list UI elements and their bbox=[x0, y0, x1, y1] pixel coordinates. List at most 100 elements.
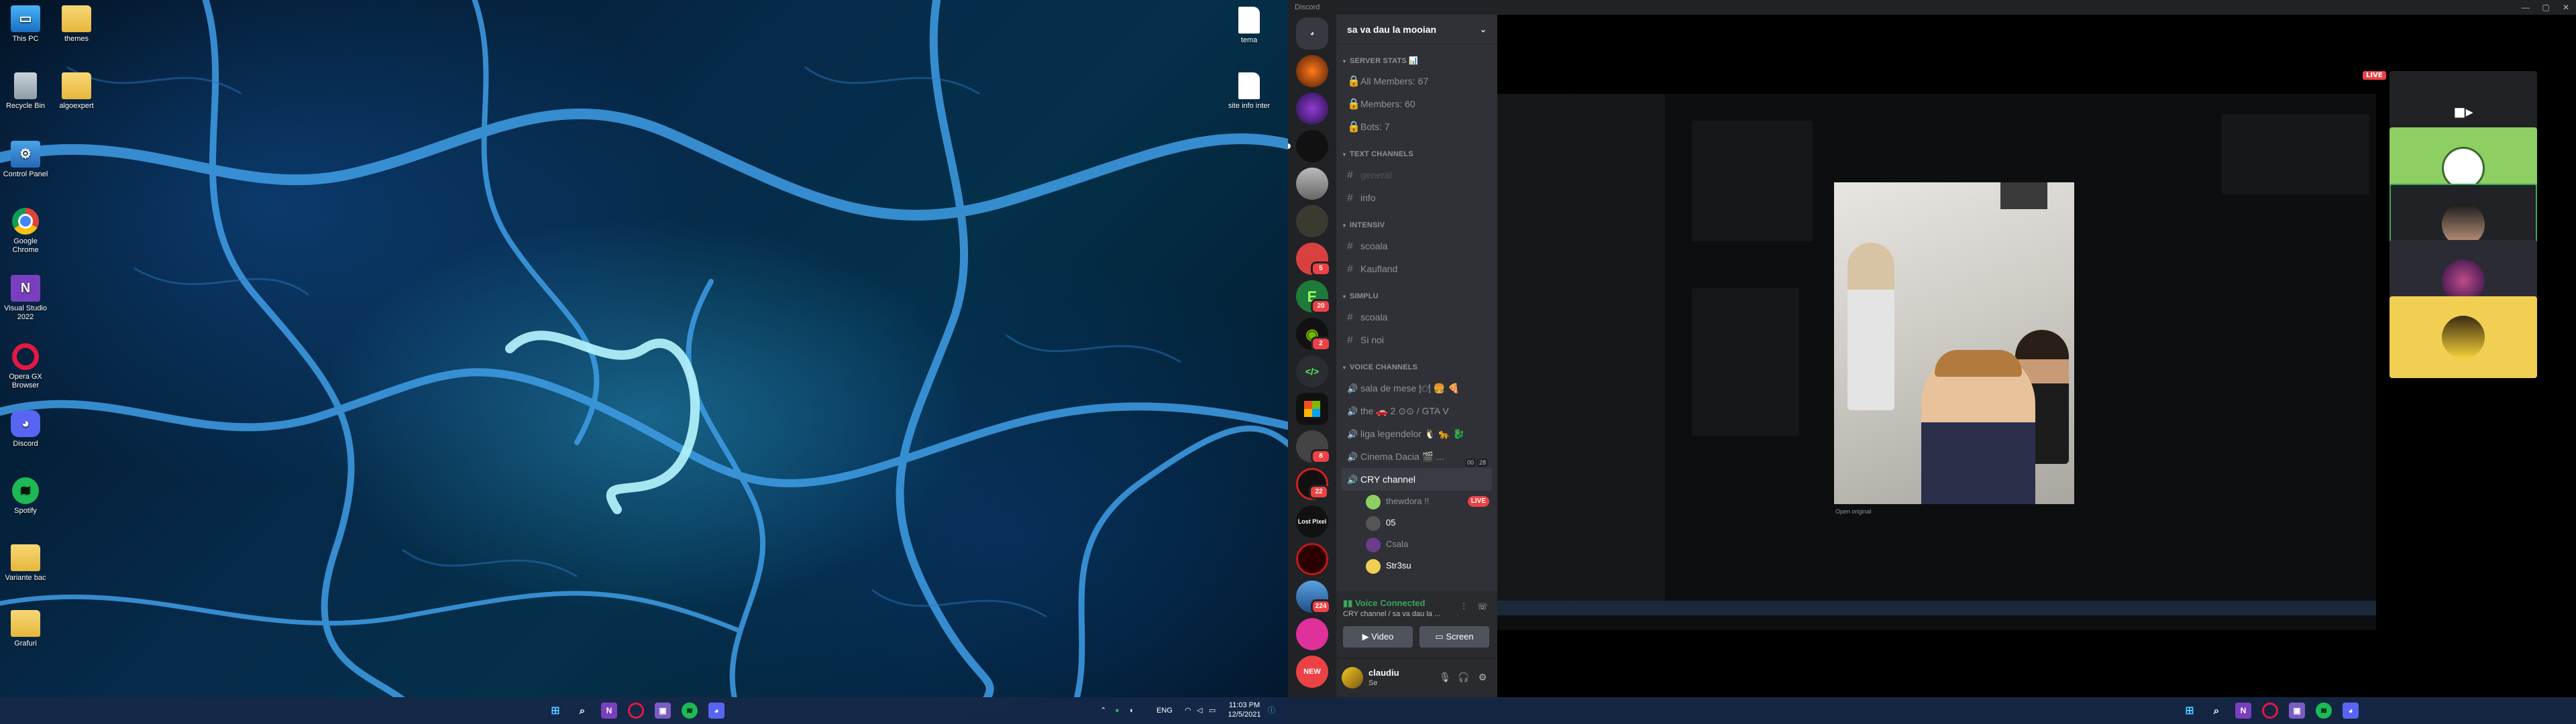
voice-user-csala[interactable]: Csala bbox=[1366, 534, 1497, 555]
server-icon[interactable]: 22 bbox=[1296, 468, 1329, 500]
category-text-channels[interactable]: ▾ TEXT CHANNELS bbox=[1336, 138, 1497, 164]
channel-bots[interactable]: 🔒Bots: 7 bbox=[1342, 115, 1492, 138]
desktop-icon-site-info-inter[interactable]: site info inter bbox=[1224, 72, 1275, 111]
channel-si-noi[interactable]: # Si noi bbox=[1342, 328, 1492, 351]
discord-icon[interactable]: ◕ bbox=[2343, 703, 2359, 719]
shared-photo[interactable] bbox=[1834, 182, 2074, 504]
video-button[interactable]: ▶ Video bbox=[1343, 626, 1413, 648]
lost-pixel-server-icon[interactable]: Lost Pixel bbox=[1296, 505, 1328, 538]
server-icon[interactable] bbox=[1296, 93, 1328, 125]
server-icon[interactable]: E 20 bbox=[1296, 280, 1331, 314]
desktop-icon-this-pc[interactable]: ▭ This PC bbox=[0, 5, 51, 44]
opera-icon[interactable] bbox=[2262, 703, 2278, 719]
desktop-icon-spotify[interactable]: ≋ Spotify bbox=[0, 477, 51, 516]
voice-user-thewdora[interactable]: thewdora !! LIVE bbox=[1366, 491, 1497, 512]
desktop-icon-discord[interactable]: ◕ Discord bbox=[0, 410, 51, 448]
opera-icon bbox=[12, 343, 39, 370]
volume-icon[interactable]: ◁ bbox=[1197, 706, 1202, 715]
server-icon[interactable] bbox=[1296, 543, 1328, 575]
category-voice-channels[interactable]: ▾ VOICE CHANNELS bbox=[1336, 351, 1497, 377]
tray-chevron-icon[interactable]: ⌃ bbox=[1100, 706, 1106, 715]
notification-icon[interactable]: ⓘ bbox=[1268, 706, 1275, 715]
server-icon[interactable]: 5 bbox=[1296, 243, 1331, 276]
desktop-icon-control-panel[interactable]: ⚙ Control Panel bbox=[0, 141, 51, 179]
voice-channel-sala-de-mese[interactable]: 🔊 sala de mese 🍽 🍔 🍕 bbox=[1342, 377, 1492, 400]
server-icon[interactable] bbox=[1296, 55, 1328, 87]
server-icon[interactable] bbox=[1296, 205, 1328, 237]
voice-status[interactable]: ▮▮ Voice Connected bbox=[1343, 598, 1425, 609]
voice-user-05[interactable]: 05 bbox=[1366, 512, 1497, 534]
noise-suppression-icon[interactable]: ⫶ bbox=[1457, 601, 1470, 614]
desktop-icon-recycle-bin[interactable]: Recycle Bin bbox=[0, 72, 51, 111]
desktop-icon-opera-gx[interactable]: Opera GX Browser bbox=[0, 343, 51, 390]
voice-channel-cry[interactable]: 🔊 CRY channel bbox=[1342, 468, 1492, 491]
desktop-icon-grafuri[interactable]: Grafuri bbox=[0, 610, 51, 648]
desktop-icon-tema[interactable]: tema bbox=[1224, 7, 1275, 45]
discord-icon[interactable]: ◕ bbox=[708, 703, 724, 719]
desktop-icon-variante-bac[interactable]: Variante bac bbox=[0, 544, 51, 583]
visual-studio-icon[interactable]: N bbox=[2235, 703, 2251, 719]
battery-icon[interactable]: ▭ bbox=[1209, 706, 1216, 715]
opera-icon[interactable] bbox=[628, 703, 644, 719]
camera-icon: ▶ bbox=[1362, 631, 1369, 642]
maximize-button[interactable]: ▢ bbox=[2536, 0, 2556, 15]
new-server-badge-icon[interactable]: NEW bbox=[1296, 656, 1328, 688]
server-icon[interactable] bbox=[1296, 168, 1328, 200]
headphones-icon[interactable]: 🎧 bbox=[1457, 671, 1470, 684]
voice-channel-cinema-dacia[interactable]: 🔊 Cinema Dacia 🎬 ... 00 28 bbox=[1342, 445, 1492, 468]
windows-start-icon[interactable]: ⊞ bbox=[547, 703, 564, 719]
settings-gear-icon[interactable]: ⚙ bbox=[1476, 671, 1489, 684]
category-intensiv[interactable]: ▾ INTENSIV bbox=[1336, 209, 1497, 235]
windows-start-icon[interactable]: ⊞ bbox=[2182, 703, 2198, 719]
home-discord-icon[interactable]: ◕ bbox=[1296, 17, 1328, 50]
minimize-button[interactable]: — bbox=[2516, 0, 2536, 15]
code-server-icon[interactable]: </> bbox=[1296, 355, 1328, 387]
voice-channel-gta-v[interactable]: 🔊 the 🚗 2 ⊙⊙ / GTA V bbox=[1342, 400, 1492, 422]
tray-app-icon[interactable]: ● bbox=[1115, 706, 1120, 715]
channel-sidebar: sa va dau la mooian ⌄ ▾ SERVER STATS 📊 🔒A… bbox=[1336, 15, 1497, 697]
category-simplu[interactable]: ▾ SIMPLU bbox=[1336, 280, 1497, 306]
search-icon[interactable]: ⌕ bbox=[2208, 703, 2224, 719]
server-icon[interactable] bbox=[1296, 618, 1328, 650]
desktop-icon-visual-studio[interactable]: N Visual Studio 2022 bbox=[0, 275, 51, 322]
desktop-icon-themes[interactable]: themes bbox=[51, 5, 102, 44]
desktop-icon-chrome[interactable]: Google Chrome bbox=[0, 208, 51, 255]
spotify-icon[interactable]: ≋ bbox=[682, 703, 698, 719]
nvidia-server-icon[interactable]: ◉ 2 bbox=[1296, 318, 1331, 351]
disconnect-icon[interactable]: ☏ bbox=[1476, 601, 1489, 614]
visual-studio-icon[interactable]: N bbox=[601, 703, 617, 719]
server-icon[interactable]: 224 bbox=[1296, 581, 1331, 614]
desktop-icon-algoexpert[interactable]: algoexpert bbox=[51, 72, 102, 111]
channel-general[interactable]: # general bbox=[1342, 164, 1492, 186]
microsoft-icon bbox=[1304, 401, 1320, 417]
screen-share-button[interactable]: ▭ Screen bbox=[1419, 626, 1489, 648]
tray-clock[interactable]: 11:03 PM 12/5/2021 bbox=[1221, 701, 1268, 719]
language-indicator[interactable]: ENG bbox=[1157, 706, 1173, 715]
avatar[interactable] bbox=[1342, 667, 1363, 688]
category-server-stats[interactable]: ▾ SERVER STATS 📊 bbox=[1336, 44, 1497, 70]
channel-scoala-simplu[interactable]: # scoala bbox=[1342, 306, 1492, 328]
open-original-link[interactable]: Open original bbox=[1835, 508, 1872, 515]
server-name-header[interactable]: sa va dau la mooian ⌄ bbox=[1336, 15, 1497, 44]
channel-members[interactable]: 🔒Members: 60 bbox=[1342, 93, 1492, 115]
screen-share-stream[interactable]: Open original bbox=[1497, 94, 2376, 630]
participant-tile[interactable] bbox=[2390, 296, 2537, 378]
microsoft-server-icon[interactable] bbox=[1296, 393, 1328, 425]
wifi-icon[interactable]: ◠ bbox=[1185, 706, 1191, 715]
microphone-icon[interactable]: 🎙 bbox=[1438, 671, 1452, 684]
app-icon[interactable]: ▣ bbox=[2289, 703, 2305, 719]
voice-channel-liga-legendelor[interactable]: 🔊 liga legendelor 🐧 🐆 🐉 bbox=[1342, 422, 1492, 445]
close-button[interactable]: ✕ bbox=[2556, 0, 2576, 15]
channel-kaufland[interactable]: # Kaufland bbox=[1342, 257, 1492, 280]
search-icon[interactable]: ⌕ bbox=[574, 703, 590, 719]
voice-channel-path[interactable]: CRY channel / sa va dau la ... bbox=[1343, 610, 1440, 618]
tray-app-icon[interactable]: ◐ bbox=[1130, 706, 1134, 715]
server-icon[interactable]: 8 bbox=[1296, 430, 1331, 464]
server-icon[interactable] bbox=[1288, 130, 1328, 162]
voice-user-str3su[interactable]: Str3su bbox=[1366, 555, 1497, 577]
spotify-icon[interactable]: ≋ bbox=[2316, 703, 2332, 719]
channel-info[interactable]: # info bbox=[1342, 186, 1492, 209]
app-icon[interactable]: ▣ bbox=[655, 703, 671, 719]
channel-scoala[interactable]: # scoala bbox=[1342, 235, 1492, 257]
channel-all-members[interactable]: 🔒All Members: 67 bbox=[1342, 70, 1492, 93]
